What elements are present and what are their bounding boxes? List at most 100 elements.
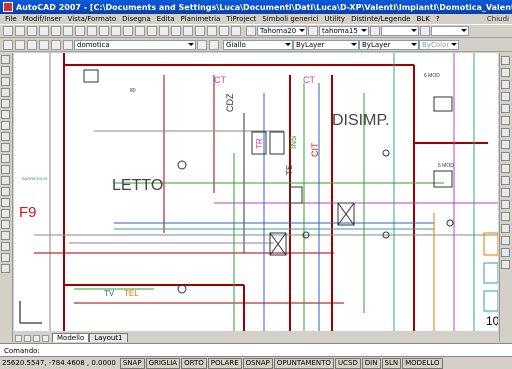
print-icon[interactable] (39, 26, 49, 36)
scale-icon[interactable] (501, 140, 510, 149)
rectangle-icon[interactable] (1, 99, 10, 108)
preview-icon[interactable] (51, 26, 61, 36)
break-icon[interactable] (501, 188, 510, 197)
match-properties-icon[interactable] (99, 26, 109, 36)
trim-icon[interactable] (501, 164, 510, 173)
paste-icon[interactable] (87, 26, 97, 36)
color-select[interactable]: Giallo (223, 40, 293, 50)
arc-icon[interactable] (1, 110, 10, 119)
table-icon[interactable] (1, 242, 10, 251)
zoom-previous-icon[interactable] (171, 26, 181, 36)
make-current-icon[interactable] (197, 40, 207, 50)
multiline-style-icon[interactable] (420, 26, 430, 36)
tab-layout1[interactable]: Layout1 (89, 333, 128, 342)
status-osnap[interactable]: OSNAP (242, 357, 273, 369)
snap-settings-icon[interactable] (501, 248, 510, 257)
menu-distinte-legende[interactable]: Distinte/Legende (348, 15, 414, 23)
status-sln[interactable]: SLN (381, 357, 402, 369)
circle-icon[interactable] (1, 121, 10, 130)
zoom-realtime-icon[interactable] (147, 26, 157, 36)
make-block-icon[interactable] (1, 187, 10, 196)
menu-file[interactable]: File (2, 15, 20, 23)
status-polare[interactable]: POLARE (207, 357, 242, 369)
construction-line-icon[interactable] (1, 66, 10, 75)
properties-icon[interactable] (183, 26, 193, 36)
stretch-icon[interactable] (501, 152, 510, 161)
table-style-icon[interactable] (370, 26, 380, 36)
multiline-style-select[interactable] (431, 26, 469, 36)
polygon-icon[interactable] (1, 88, 10, 97)
osnap-endpoint-icon[interactable] (501, 260, 510, 269)
ellipse-arc-icon[interactable] (1, 165, 10, 174)
undo-icon[interactable] (111, 26, 121, 36)
status-ucsd[interactable]: UCSD (334, 357, 361, 369)
sun-icon[interactable] (51, 40, 61, 50)
menu-utility[interactable]: Utility (321, 15, 348, 23)
layer-state-icon[interactable] (15, 40, 25, 50)
new-icon[interactable] (3, 26, 13, 36)
status-snap[interactable]: SNAP (119, 357, 145, 369)
multiline-text-icon[interactable] (1, 253, 10, 262)
menu-vista-formato[interactable]: Vista/Formato (65, 15, 120, 23)
drawing-canvas[interactable]: LETTO DISIMP. F9 CT CT CDZ TR INS CIT TS… (14, 53, 498, 331)
design-center-icon[interactable] (195, 26, 205, 36)
text-style-icon[interactable] (246, 26, 256, 36)
menu-tiproject[interactable]: TiProject (223, 15, 259, 23)
zoom-icon[interactable] (1, 264, 10, 273)
markup-icon[interactable] (219, 26, 229, 36)
menu-help[interactable]: ? (433, 15, 443, 23)
tab-next-icon[interactable] (33, 335, 40, 342)
tab-last-icon[interactable] (42, 335, 49, 342)
layer-prev-icon[interactable] (27, 40, 37, 50)
command-line[interactable]: Comando: (0, 343, 512, 357)
gradient-icon[interactable] (1, 220, 10, 229)
tab-modello[interactable]: Modello (52, 333, 90, 342)
status-din[interactable]: DIN (361, 357, 381, 369)
open-icon[interactable] (15, 26, 25, 36)
help-icon[interactable] (231, 26, 241, 36)
join-icon[interactable] (501, 200, 510, 209)
menu-simboli-generici[interactable]: Simboli generici (259, 15, 321, 23)
array-icon[interactable] (501, 104, 510, 113)
region-icon[interactable] (1, 231, 10, 240)
dim-style-icon[interactable] (308, 26, 318, 36)
status-opuntamento[interactable]: OPUNTAMENTO (273, 357, 334, 369)
status-griglia[interactable]: GRIGLIA (145, 357, 181, 369)
menu-disegna[interactable]: Disegna (119, 15, 153, 23)
layer-manager-icon[interactable] (3, 40, 13, 50)
mirror-icon[interactable] (501, 80, 510, 89)
text-style-select[interactable]: Tahoma20 (257, 26, 307, 36)
tab-first-icon[interactable] (15, 335, 22, 342)
linetype-select[interactable]: ByLayer (293, 40, 359, 50)
layer-select[interactable]: domotica (74, 40, 196, 50)
redo-icon[interactable] (123, 26, 133, 36)
spline-icon[interactable] (1, 143, 10, 152)
menu-modif-inser[interactable]: Modif/Inser (20, 15, 65, 23)
menu-planimetria[interactable]: Planimetria (178, 15, 224, 23)
tab-prev-icon[interactable] (24, 335, 31, 342)
lineweight-select[interactable]: ByLayer (359, 40, 419, 50)
dim-style-select[interactable]: tahoma15 (319, 26, 369, 36)
erase-icon[interactable] (501, 56, 510, 65)
layer-previous-icon[interactable] (209, 40, 219, 50)
table-style-select[interactable] (381, 26, 419, 36)
copy-object-icon[interactable] (501, 68, 510, 77)
save-icon[interactable] (27, 26, 37, 36)
tool-palette-icon[interactable] (207, 26, 217, 36)
chamfer-icon[interactable] (501, 212, 510, 221)
lock-icon[interactable] (63, 40, 73, 50)
polyline-icon[interactable] (1, 77, 10, 86)
ellipse-icon[interactable] (1, 154, 10, 163)
point-icon[interactable] (1, 198, 10, 207)
explode-icon[interactable] (501, 236, 510, 245)
menu-blk[interactable]: BLK (414, 15, 433, 23)
cut-icon[interactable] (63, 26, 73, 36)
move-icon[interactable] (501, 116, 510, 125)
bulb-icon[interactable] (39, 40, 49, 50)
extend-icon[interactable] (501, 176, 510, 185)
status-orto[interactable]: ORTO (181, 357, 207, 369)
menu-edita[interactable]: Edita (154, 15, 178, 23)
fillet-icon[interactable] (501, 224, 510, 233)
insert-block-icon[interactable] (1, 176, 10, 185)
status-modello[interactable]: MODELLO (402, 357, 443, 369)
